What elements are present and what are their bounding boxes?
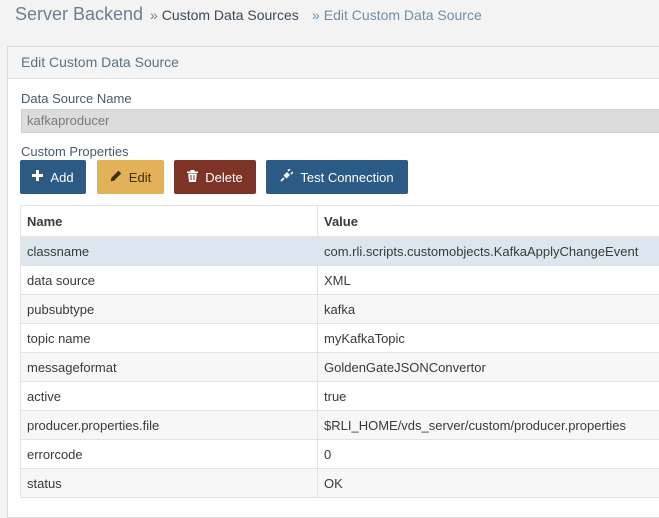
pencil-icon [110,170,122,185]
table-row[interactable]: topic name myKafkaTopic [21,324,659,353]
property-name: status [21,469,318,498]
plug-icon [280,169,293,185]
table-row[interactable]: errorcode 0 [21,440,659,469]
property-name: data source [21,266,318,295]
trash-icon [187,170,198,185]
breadcrumb-edit-custom-data-source: »Edit Custom Data Source [312,7,482,23]
table-row[interactable]: active true [21,382,659,411]
column-header-name[interactable]: Name [21,206,318,237]
delete-button[interactable]: Delete [174,160,256,194]
plus-icon [32,170,43,184]
table-row[interactable]: pubsubtype kafka [21,295,659,324]
table-row[interactable]: producer.properties.file $RLI_HOME/vds_s… [21,411,659,440]
property-value: OK [318,469,659,498]
add-button[interactable]: Add [20,160,86,194]
panel-title: Edit Custom Data Source [21,54,179,70]
table-row[interactable]: status OK [21,469,659,498]
custom-properties-label: Custom Properties [21,144,129,159]
property-value: GoldenGateJSONConvertor [318,353,659,382]
add-button-label: Add [50,170,73,185]
table-row[interactable]: data source XML [21,266,659,295]
property-name: messageformat [21,353,318,382]
property-value: XML [318,266,659,295]
breadcrumb-separator-icon: » [150,7,158,23]
property-name: active [21,382,318,411]
data-source-name-label: Data Source Name [21,91,132,106]
property-value: 0 [318,440,659,469]
breadcrumb-custom-data-sources[interactable]: »Custom Data Sources [150,7,299,23]
page-header: Server Backend »Custom Data Sources »Edi… [0,0,659,32]
delete-button-label: Delete [205,170,243,185]
breadcrumb-label: Edit Custom Data Source [324,7,482,23]
edit-panel: Edit Custom Data Source Data Source Name… [7,46,659,518]
property-name: classname [21,237,318,266]
property-value: $RLI_HOME/vds_server/custom/producer.pro… [318,411,659,440]
property-name: errorcode [21,440,318,469]
data-source-name-field: kafkaproducer [21,109,659,133]
property-value: kafka [318,295,659,324]
table-header-row: Name Value [21,206,659,237]
property-name: topic name [21,324,318,353]
property-value: com.rli.scripts.customobjects.KafkaApply… [318,237,659,266]
property-name: producer.properties.file [21,411,318,440]
property-value: myKafkaTopic [318,324,659,353]
app-title[interactable]: Server Backend [15,4,143,25]
breadcrumb-label[interactable]: Custom Data Sources [162,7,299,23]
breadcrumb-separator-icon: » [312,7,320,23]
test-connection-button[interactable]: Test Connection [266,160,408,194]
test-connection-label: Test Connection [300,170,393,185]
property-name: pubsubtype [21,295,318,324]
column-header-value[interactable]: Value [318,206,659,237]
table-row[interactable]: messageformat GoldenGateJSONConvertor [21,353,659,382]
edit-button-label: Edit [129,170,151,185]
properties-table: Name Value classname com.rli.scripts.cus… [20,205,659,498]
property-value: true [318,382,659,411]
panel-header: Edit Custom Data Source [8,47,659,79]
table-row[interactable]: classname com.rli.scripts.customobjects.… [21,237,659,266]
edit-button[interactable]: Edit [97,160,164,194]
